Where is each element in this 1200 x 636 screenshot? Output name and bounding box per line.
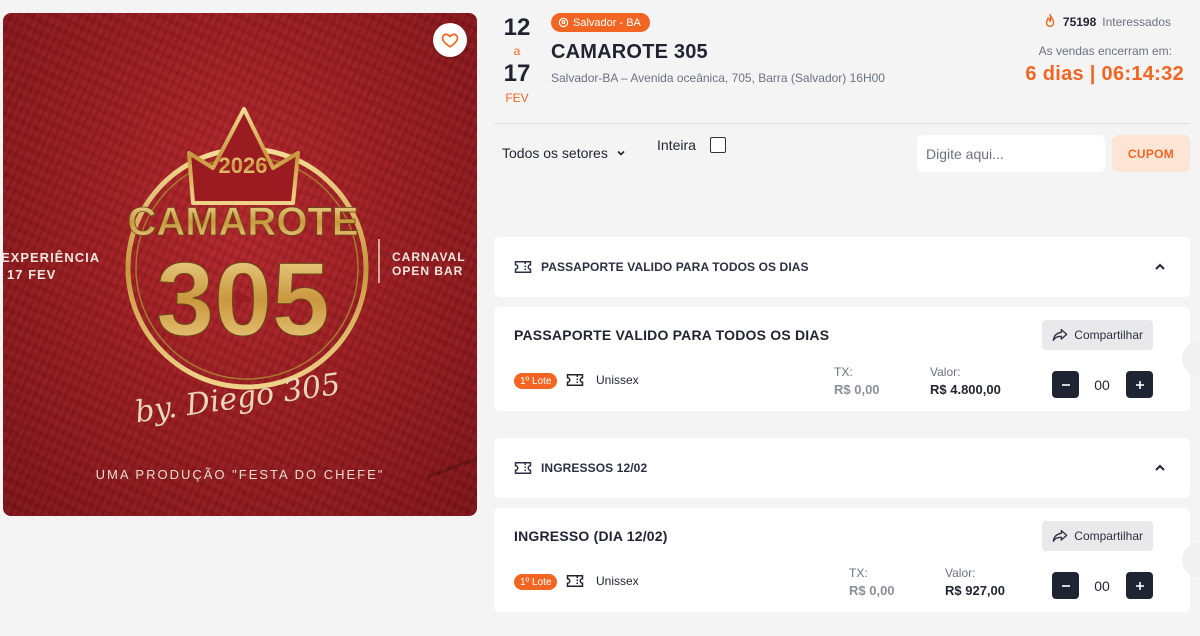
location-badge-label: Salvador - BA bbox=[573, 16, 641, 29]
share-label: Compartilhar bbox=[1074, 529, 1143, 543]
ticket-card: INGRESSO (DIA 12/02) Compartilhar 1º Lot… bbox=[494, 508, 1190, 612]
sector-select-value: Todos os setores bbox=[502, 145, 608, 161]
location-badge: Salvador - BA bbox=[551, 13, 650, 32]
price-info: Valor: R$ 4.800,00 bbox=[930, 365, 1001, 399]
price-label: Valor: bbox=[930, 365, 961, 379]
date-separator: a bbox=[513, 44, 521, 58]
heart-icon bbox=[441, 33, 459, 48]
ticket-name: INGRESSO (DIA 12/02) bbox=[514, 528, 668, 544]
chevron-up-icon bbox=[1155, 263, 1165, 270]
gender-info: Unissex bbox=[566, 372, 639, 388]
header-divider bbox=[494, 123, 1190, 124]
ticket-icon bbox=[566, 575, 584, 587]
inteira-checkbox[interactable] bbox=[709, 137, 726, 153]
date-start: 12 bbox=[503, 14, 531, 41]
event-title: CAMAROTE 305 bbox=[551, 41, 708, 63]
share-label: Compartilhar bbox=[1074, 328, 1143, 342]
minus-icon bbox=[1061, 584, 1070, 587]
section-title: INGRESSOS 12/02 bbox=[541, 461, 648, 475]
poster-right-text-1: CARNAVAL bbox=[392, 250, 466, 264]
quantity-value: 00 bbox=[1094, 577, 1110, 594]
minus-icon bbox=[1061, 383, 1070, 386]
ticket-icon bbox=[566, 374, 584, 386]
sales-countdown: 6 dias | 06:14:32 bbox=[1025, 63, 1184, 85]
favorite-button[interactable] bbox=[433, 23, 467, 57]
fee-value: R$ 0,00 bbox=[849, 583, 895, 598]
ticket-icon bbox=[514, 261, 532, 273]
poster-footer: UMA PRODUÇÃO "FESTA DO CHEFE" bbox=[96, 467, 385, 482]
section-header-ingressos[interactable]: INGRESSOS 12/02 bbox=[494, 438, 1190, 498]
decrease-qty-button[interactable] bbox=[1052, 371, 1079, 398]
quantity-value: 00 bbox=[1094, 376, 1110, 393]
poster-left-text-2: 17 FEV bbox=[7, 267, 56, 282]
inteira-label: Inteira bbox=[657, 137, 696, 153]
interested-count: 75198 bbox=[1062, 14, 1097, 29]
lote-badge: 1º Lote bbox=[514, 574, 558, 590]
fee-label: TX: bbox=[834, 365, 853, 379]
poster-artwork: 2026 CAMAROTE 305 by. Diego 305 EXPERIÊN… bbox=[3, 107, 466, 482]
poster-name: CAMAROTE bbox=[127, 200, 358, 244]
interested-counter: 75198 Interessados bbox=[1043, 13, 1171, 30]
price-label: Valor: bbox=[945, 566, 976, 580]
ticket-icon bbox=[514, 462, 532, 474]
gender-label: Unissex bbox=[596, 574, 639, 588]
location-pin-icon bbox=[558, 17, 569, 28]
plus-icon bbox=[1135, 581, 1144, 590]
poster-year: 2026 bbox=[219, 153, 268, 178]
sector-select[interactable]: Todos os setores bbox=[502, 145, 626, 161]
price-value: R$ 4.800,00 bbox=[930, 382, 1001, 397]
fee-info: TX: R$ 0,00 bbox=[849, 566, 895, 600]
coupon-button[interactable]: CUPOM bbox=[1112, 135, 1190, 172]
ticket-card: PASSAPORTE VALIDO PARA TODOS OS DIAS Com… bbox=[494, 307, 1190, 411]
share-button[interactable]: Compartilhar bbox=[1042, 521, 1153, 551]
ticket-name: PASSAPORTE VALIDO PARA TODOS OS DIAS bbox=[514, 327, 830, 343]
share-button[interactable]: Compartilhar bbox=[1042, 320, 1153, 350]
coupon-input[interactable] bbox=[917, 135, 1105, 172]
share-icon bbox=[1052, 530, 1068, 542]
fee-value: R$ 0,00 bbox=[834, 382, 880, 397]
share-icon bbox=[1052, 328, 1068, 341]
poster-signature: by. Diego 305 bbox=[133, 367, 343, 430]
chevron-down-icon bbox=[617, 150, 625, 156]
decrease-qty-button[interactable] bbox=[1052, 572, 1079, 599]
lote-badge: 1º Lote bbox=[514, 373, 558, 389]
price-value: R$ 927,00 bbox=[945, 583, 1005, 598]
fee-info: TX: R$ 0,00 bbox=[834, 365, 880, 399]
gender-info: Unissex bbox=[566, 573, 639, 589]
plus-icon bbox=[1135, 380, 1144, 389]
event-poster: 2026 CAMAROTE 305 by. Diego 305 EXPERIÊN… bbox=[3, 13, 477, 516]
event-dates: 12 a 17 FEV bbox=[497, 14, 537, 106]
section-title: PASSAPORTE VALIDO PARA TODOS OS DIAS bbox=[541, 260, 809, 274]
fire-icon bbox=[1045, 13, 1055, 28]
sales-end-label: As vendas encerram em: bbox=[1038, 44, 1172, 58]
date-month: FEV bbox=[505, 91, 529, 105]
event-address: Salvador-BA – Avenida oceânica, 705, Bar… bbox=[551, 71, 885, 85]
section-header-row: PASSAPORTE VALIDO PARA TODOS OS DIAS bbox=[494, 237, 1190, 297]
increase-qty-button[interactable] bbox=[1126, 572, 1153, 599]
poster-right-text-2: OPEN BAR bbox=[392, 264, 463, 278]
section-header-passaporte[interactable]: PASSAPORTE VALIDO PARA TODOS OS DIAS bbox=[494, 237, 1190, 297]
increase-qty-button[interactable] bbox=[1126, 371, 1153, 398]
poster-left-text-1: EXPERIÊNCIA bbox=[3, 250, 100, 265]
fee-label: TX: bbox=[849, 566, 868, 580]
price-info: Valor: R$ 927,00 bbox=[945, 566, 1005, 600]
chevron-up-icon bbox=[1155, 464, 1165, 471]
gender-label: Unissex bbox=[596, 373, 639, 387]
section-header-row: INGRESSOS 12/02 bbox=[494, 438, 1190, 498]
interested-label: Interessados bbox=[1102, 14, 1171, 29]
date-end: 17 bbox=[503, 60, 531, 87]
inteira-filter: Inteira bbox=[657, 137, 726, 153]
